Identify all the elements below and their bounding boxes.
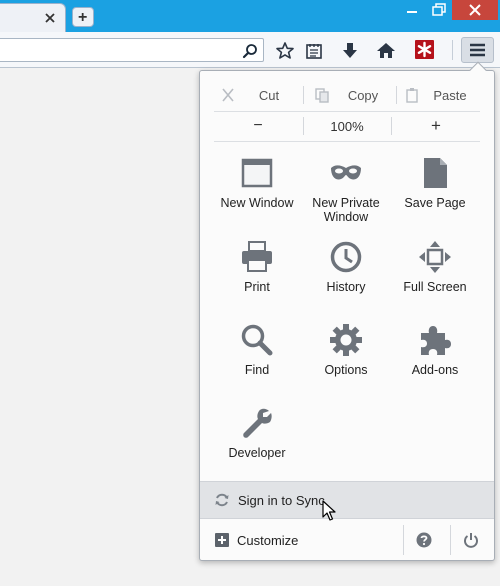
open-menu-button[interactable] [461,37,494,63]
puzzle-icon [421,326,451,355]
add-ons-button[interactable]: Add-ons [390,323,480,377]
find-label: Find [244,363,270,377]
clock-icon [330,241,362,273]
print-label: Print [244,280,270,294]
new-private-window-button[interactable]: New Private Window [301,156,391,224]
tab-close-icon[interactable] [43,11,57,25]
search-icon[interactable] [242,43,258,59]
power-icon [463,533,478,548]
quit-button[interactable] [450,525,490,555]
new-window-button[interactable]: New Window [212,156,302,210]
clipboard-icon [406,88,418,103]
cut-button[interactable]: Cut [214,80,302,110]
help-icon [416,532,431,548]
download-arrow-icon[interactable] [340,41,360,61]
zoom-controls: − 100% + [214,112,480,140]
bookmark-star-icon[interactable] [275,41,295,61]
plus-square-icon [215,533,229,547]
help-button[interactable] [403,525,443,555]
wrench-icon [243,408,272,438]
find-button[interactable]: Find [212,323,302,377]
zoom-out-button[interactable]: − [214,112,302,140]
new-private-window-label: New Private Window [312,196,380,224]
private-mask-icon [331,165,361,180]
developer-button[interactable]: Developer [212,406,302,460]
home-icon[interactable] [376,41,396,61]
browser-tab[interactable] [0,3,66,32]
history-button[interactable]: History [301,240,391,294]
edit-separator [396,86,397,104]
copy-icon [315,88,329,103]
plus-icon: + [431,116,441,135]
scissors-icon [222,88,234,102]
developer-label: Developer [228,446,286,460]
full-screen-label: Full Screen [403,280,467,294]
add-ons-label: Add-ons [411,363,459,377]
customize-label: Customize [237,532,299,548]
bookmarks-list-icon[interactable] [304,41,324,61]
gear-icon [330,324,362,356]
edit-separator [303,86,304,104]
minimize-window-icon[interactable] [398,0,426,20]
print-button[interactable]: Print [212,240,302,294]
cut-label: Cut [258,87,280,103]
save-page-label: Save Page [404,196,466,210]
sign-in-to-sync-label: Sign in to Sync [238,492,325,508]
zoom-reset-button[interactable]: 100% [304,112,390,140]
sign-in-to-sync-button[interactable]: Sign in to Sync [200,481,494,519]
restore-window-icon[interactable] [426,0,452,20]
zoom-level: 100% [330,118,364,134]
minus-icon: − [253,117,263,134]
options-label: Options [324,363,368,377]
new-tab-button[interactable]: + [72,7,94,27]
sync-icon [215,493,229,507]
toolbar-separator [452,40,453,60]
printer-icon [242,241,272,272]
copy-label: Copy [347,87,379,103]
new-window-label: New Window [220,196,294,210]
copy-button[interactable]: Copy [308,80,396,110]
full-screen-button[interactable]: Full Screen [390,240,480,294]
lastpass-icon[interactable] [415,40,434,59]
new-window-icon [241,158,273,188]
paste-label: Paste [433,87,467,103]
url-bar[interactable] [0,38,264,62]
magnifier-icon [241,324,273,356]
mouse-cursor-icon [322,500,336,521]
fullscreen-icon [419,241,451,273]
hamburger-menu-icon [470,43,485,57]
paste-button[interactable]: Paste [398,80,480,110]
zoom-in-button[interactable]: + [392,112,480,140]
close-window-icon[interactable] [452,0,498,20]
plus-icon: + [78,9,88,26]
edit-controls: Cut Copy Paste [214,80,480,110]
zoom-divider [214,141,480,142]
save-page-icon [424,158,447,188]
save-page-button[interactable]: Save Page [390,156,480,210]
history-label: History [326,280,366,294]
options-button[interactable]: Options [301,323,391,377]
